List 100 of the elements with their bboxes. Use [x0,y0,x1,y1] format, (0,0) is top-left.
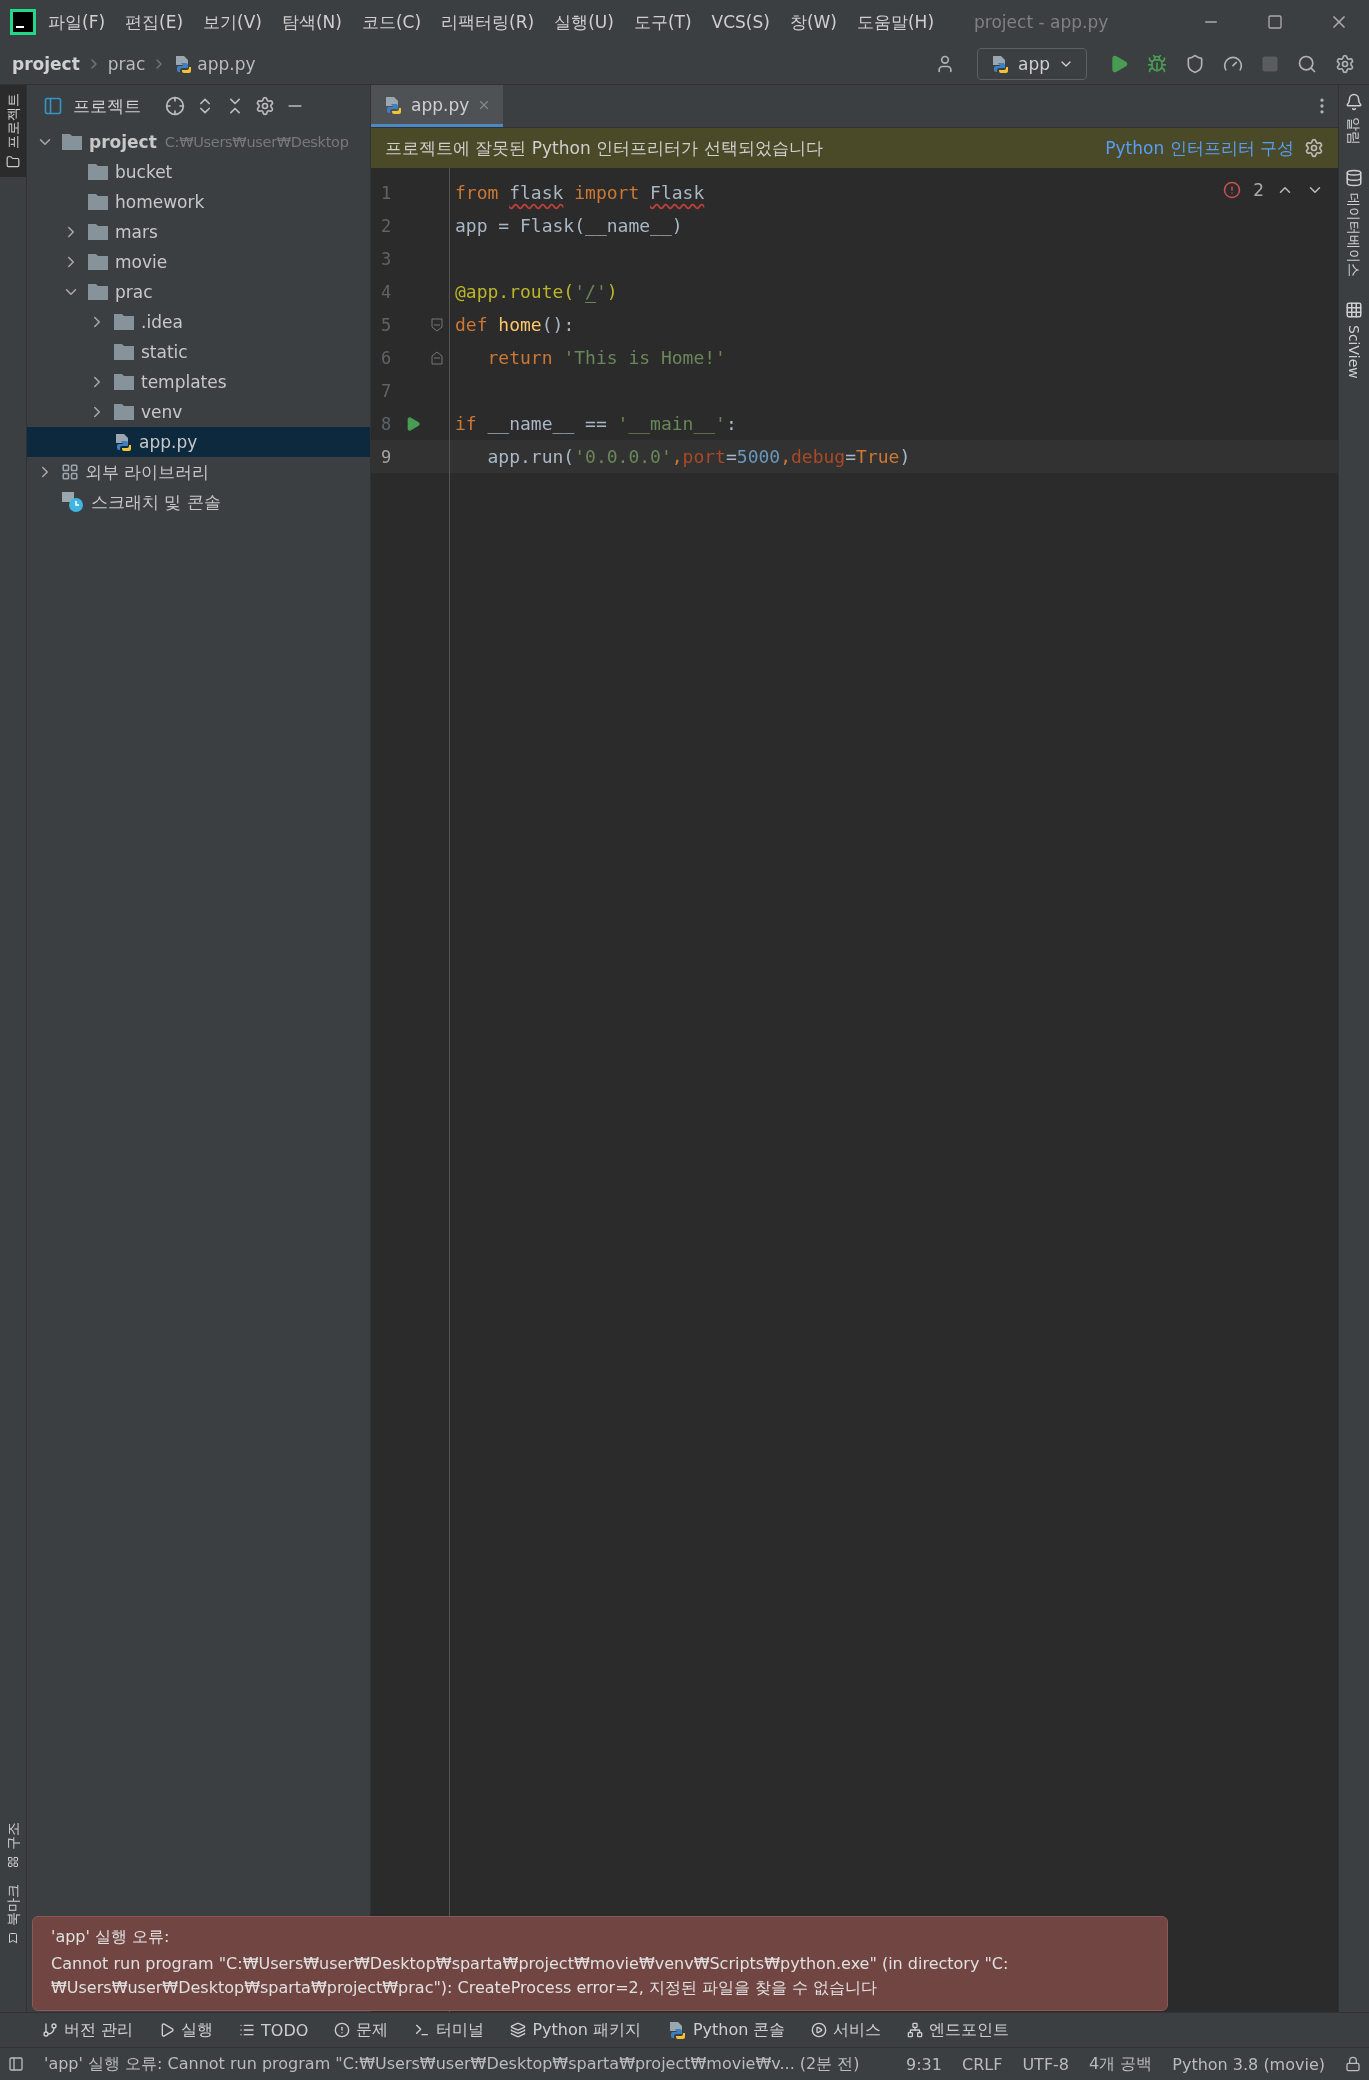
line-number: 7 [381,380,393,401]
tool-window-tab[interactable]: 구조 [0,1814,26,1876]
menu-item[interactable]: 창(W) [781,6,845,38]
play-circle-icon [811,2022,828,2038]
locate-icon[interactable] [165,96,185,116]
tool-window-button[interactable]: 문제 [326,2019,397,2041]
list-icon [239,2022,256,2038]
user-icon[interactable] [935,54,955,74]
tool-window-tab[interactable]: 프로젝트 [0,85,26,177]
line-number: 9 [381,446,393,467]
python-file-icon [990,54,1010,74]
line-number: 2 [381,215,393,236]
line-number: 6 [381,347,393,368]
tool-window-button[interactable]: Python 콘솔 [658,2019,794,2041]
fold-icon[interactable] [431,317,443,332]
coverage-icon[interactable] [1185,54,1205,74]
folder-icon [87,163,109,181]
tree-item[interactable]: app.py [27,427,370,457]
code-line: app = Flask(__name__) [455,215,683,236]
menu-item[interactable]: 파일(F) [40,6,114,38]
tree-item[interactable]: templates [27,367,370,397]
status-item[interactable]: CRLF [962,2054,1003,2074]
tool-window-button[interactable]: 터미널 [406,2019,493,2041]
tool-window-tab[interactable]: 알림 [1345,93,1363,145]
bookmark-icon [7,1932,19,1944]
folder-icon [113,373,135,391]
code-line: def home(): [455,314,575,335]
menu-item[interactable]: 편집(E) [117,6,192,38]
layers-icon [510,2022,527,2038]
status-item[interactable]: Python 3.8 (movie) [1172,2054,1325,2074]
folder-icon [87,283,109,301]
run-config-dropdown[interactable]: app [977,48,1087,80]
error-count[interactable]: 2 [1253,180,1264,200]
run-icon[interactable] [1109,54,1129,74]
tool-window-button[interactable]: 엔드포인트 [899,2019,1018,2041]
lock-icon[interactable] [1345,2056,1361,2072]
python-file-icon [173,54,194,74]
tree-item[interactable]: project C:₩Users₩user₩Desktop [27,127,370,157]
folder-icon [87,193,109,211]
menu-item[interactable]: 도움말(H) [849,6,943,38]
status-item[interactable]: 9:31 [906,2054,942,2074]
menu-item[interactable]: 리팩터링(R) [433,6,543,38]
menu-item[interactable]: 도구(T) [625,6,700,38]
tool-window-tab[interactable]: SciView [1345,301,1363,379]
tool-window-button[interactable]: 실행 [151,2019,222,2041]
settings-icon[interactable] [1304,138,1324,158]
database-icon [1345,169,1363,187]
folder-icon [87,223,109,241]
tool-window-button[interactable]: Python 패키지 [502,2019,649,2041]
debug-icon[interactable] [1147,54,1167,74]
status-item[interactable]: UTF-8 [1022,2054,1070,2074]
alert-icon [334,2022,351,2038]
settings-icon[interactable] [255,96,275,116]
tool-window-button[interactable]: TODO [231,2020,317,2040]
window-title: project - app.py [974,12,1110,32]
python-file-icon [113,432,133,452]
breadcrumb[interactable]: app.py [173,54,256,74]
code-line: if __name__ == '__main__': [455,413,737,434]
menu-item[interactable]: 코드(C) [353,6,430,38]
panel-title: 프로젝트 [73,94,141,118]
balloon-message: Cannot run program "C:₩Users₩user₩Desktop₩sparta₩project₩movie₩venv₩Scripts₩python.exe" (in directory "C:₩Users₩user₩Desktop₩sparta₩project₩prac"): CreateProcess error=2, 지정된 파일을 찾을 수 없습니다 [51,1953,1010,1999]
menu-item[interactable]: 실행(U) [546,6,622,38]
status-item[interactable]: 4개 공백 [1089,2053,1153,2075]
tree-item[interactable]: 외부 라이브러리 [27,457,370,487]
banner-message: 프로젝트에 잘못된 Python 인터프리터가 선택되었습니다 [385,136,824,160]
tool-window-tab[interactable]: 북마크 [0,1876,26,1952]
maximize-icon[interactable] [1267,14,1283,30]
breadcrumb[interactable]: project [12,54,80,74]
search-icon[interactable] [1297,54,1317,74]
balloon-title: 'app' 실행 오류: [51,1927,171,1948]
folder-icon [61,133,83,151]
tree-item[interactable]: homework [27,187,370,217]
line-number: 1 [381,182,393,203]
tree-item[interactable]: static [27,337,370,367]
tree-item[interactable]: prac [27,277,370,307]
line-number: 3 [381,248,393,269]
menu-item[interactable]: 탐색(N) [273,6,350,38]
menu-item[interactable]: VCS(S) [703,8,778,36]
run-gutter-icon[interactable] [405,415,421,432]
tree-item[interactable]: .idea [27,307,370,337]
tree-item[interactable]: mars [27,217,370,247]
folder-icon [87,253,109,271]
tool-window-button[interactable]: 서비스 [803,2019,890,2041]
breadcrumb[interactable]: prac [107,54,146,74]
settings-icon[interactable] [1335,54,1355,74]
bell-icon [1345,93,1363,111]
editor-tab[interactable]: app.py [371,85,504,127]
tree-item[interactable]: 스크래치 및 콘솔 [27,487,370,517]
tree-item[interactable]: bucket [27,157,370,187]
layout-icon[interactable] [8,2056,24,2072]
fold-icon[interactable] [431,350,443,365]
folder-icon [113,313,135,331]
python-file-icon [383,94,403,115]
code-line: from flask import Flask [455,182,705,203]
line-number: 4 [381,281,393,302]
tree-item[interactable]: movie [27,247,370,277]
tree-item[interactable]: venv [27,397,370,427]
tool-window-tab[interactable]: 데이터베이스 [1345,169,1363,277]
menu-item[interactable]: 보기(V) [195,6,270,38]
tool-window-button[interactable]: 버전 관리 [34,2019,142,2041]
